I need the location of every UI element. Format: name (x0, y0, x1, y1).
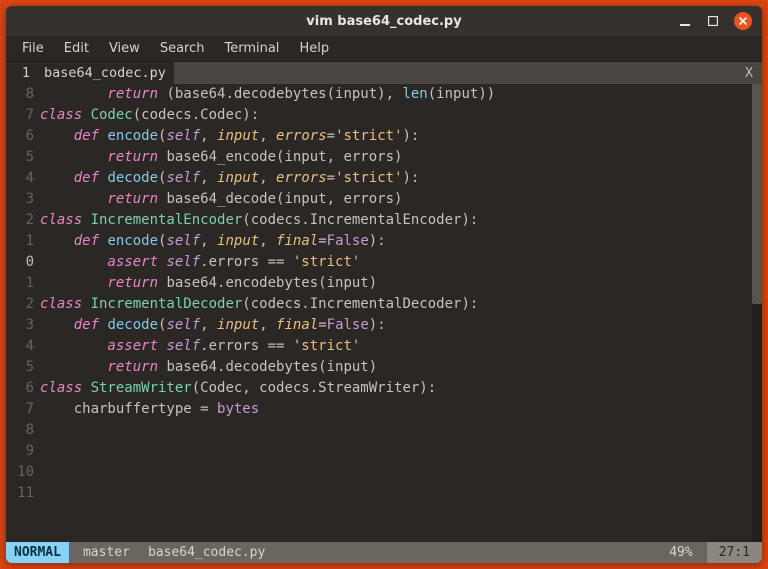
line-number-gutter: 8765432101234567891011 (6, 84, 40, 542)
code-line[interactable]: class IncrementalDecoder(codecs.Incremen… (40, 294, 752, 315)
menu-help[interactable]: Help (291, 39, 337, 58)
line-number: 0 (6, 252, 34, 273)
line-number: 4 (6, 336, 34, 357)
status-position: 27:1 (707, 542, 762, 563)
line-number: 1 (6, 231, 34, 252)
code-line[interactable]: def encode(self, input, errors='strict')… (40, 126, 752, 147)
maximize-icon[interactable] (706, 14, 720, 28)
tab-strip (174, 62, 736, 84)
line-number: 1 (6, 273, 34, 294)
code-line[interactable]: return base64_decode(input, errors) (40, 189, 752, 210)
titlebar[interactable]: vim base64_codec.py (6, 6, 762, 36)
line-number: 2 (6, 294, 34, 315)
line-number: 8 (6, 84, 34, 105)
code-line[interactable]: return base64.encodebytes(input) (40, 273, 752, 294)
menubar: File Edit View Search Terminal Help (6, 36, 762, 62)
code-line[interactable]: def encode(self, input, final=False): (40, 231, 752, 252)
menu-terminal[interactable]: Terminal (216, 39, 287, 58)
line-number: 2 (6, 210, 34, 231)
code-line[interactable]: return base64.decodebytes(input) (40, 357, 752, 378)
tab-close-button[interactable]: X (736, 62, 762, 84)
scrollbar-track[interactable] (752, 84, 762, 542)
status-branch: master (69, 542, 144, 563)
code-line[interactable]: def decode(self, input, final=False): (40, 315, 752, 336)
status-spacer (269, 542, 655, 563)
menu-edit[interactable]: Edit (56, 39, 97, 58)
status-bar: NORMAL master base64_codec.py 49% 27:1 (6, 542, 762, 563)
line-number: 5 (6, 357, 34, 378)
code-line[interactable]: def decode(self, input, errors='strict')… (40, 168, 752, 189)
line-number: 10 (6, 462, 34, 483)
code-line[interactable]: class StreamWriter(Codec, codecs.StreamW… (40, 378, 752, 399)
code-line[interactable]: return (base64.decodebytes(input), len(i… (40, 84, 752, 105)
status-mode: NORMAL (6, 542, 69, 563)
menu-file[interactable]: File (14, 39, 52, 58)
line-number: 6 (6, 378, 34, 399)
editor-area[interactable]: 8765432101234567891011 return (base64.de… (6, 84, 762, 542)
terminal-window: vim base64_codec.py File Edit View Searc… (6, 6, 762, 563)
line-number: 7 (6, 105, 34, 126)
line-number: 9 (6, 441, 34, 462)
close-icon[interactable] (734, 12, 752, 30)
code-line[interactable]: return base64_encode(input, errors) (40, 147, 752, 168)
window-title: vim base64_codec.py (6, 14, 762, 29)
line-number: 8 (6, 420, 34, 441)
line-number: 3 (6, 315, 34, 336)
code-line[interactable]: class Codec(codecs.Codec): (40, 105, 752, 126)
code-line[interactable]: assert self.errors == 'strict' (40, 336, 752, 357)
tab-bar: 1 base64_codec.py X (6, 62, 762, 84)
line-number: 6 (6, 126, 34, 147)
line-number: 7 (6, 399, 34, 420)
code-line[interactable]: assert self.errors == 'strict' (40, 252, 752, 273)
status-file: base64_codec.py (144, 542, 269, 563)
code-line[interactable]: charbuffertype = bytes (40, 399, 752, 420)
menu-search[interactable]: Search (152, 39, 213, 58)
scrollbar-thumb[interactable] (752, 84, 762, 304)
minimize-icon[interactable] (678, 14, 692, 28)
line-number: 11 (6, 483, 34, 504)
line-number: 5 (6, 147, 34, 168)
line-number: 4 (6, 168, 34, 189)
status-percent: 49% (655, 542, 706, 563)
menu-view[interactable]: View (101, 39, 148, 58)
code-content[interactable]: return (base64.decodebytes(input), len(i… (40, 84, 762, 542)
line-number: 3 (6, 189, 34, 210)
tab-index: 1 (6, 62, 36, 84)
code-line[interactable]: class IncrementalEncoder(codecs.Incremen… (40, 210, 752, 231)
window-controls (678, 12, 762, 30)
tab-current[interactable]: base64_codec.py (36, 62, 174, 84)
